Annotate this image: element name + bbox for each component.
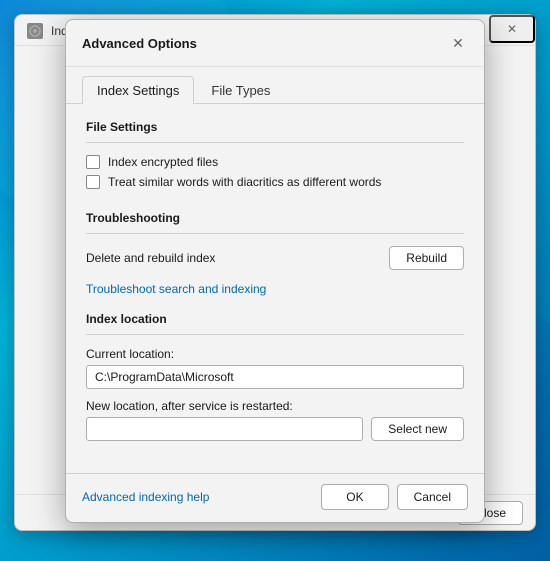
cancel-button[interactable]: Cancel [397,484,468,510]
dialog-footer: Advanced indexing help OK Cancel [66,473,484,522]
troubleshooting-title: Troubleshooting [86,211,464,225]
checkbox-encrypted-label: Index encrypted files [108,155,218,169]
checkbox-row-encrypted: Index encrypted files [86,155,464,169]
select-new-button[interactable]: Select new [371,417,464,441]
troubleshooting-section: Troubleshooting Delete and rebuild index… [86,211,464,296]
new-location-group: New location, after service is restarted… [86,399,363,441]
new-location-input[interactable] [86,417,363,441]
file-settings-divider [86,142,464,143]
troubleshoot-link[interactable]: Troubleshoot search and indexing [86,282,266,296]
file-settings-title: File Settings [86,120,464,134]
current-location-label: Current location: [86,347,464,361]
file-settings-section: File Settings Index encrypted files Trea… [86,120,464,195]
footer-buttons: OK Cancel [321,484,468,510]
dialog-title: Advanced Options [82,36,444,51]
dialog-titlebar: Advanced Options ✕ [66,20,484,67]
troubleshooting-divider [86,233,464,234]
tab-file-types[interactable]: File Types [196,76,285,104]
index-location-divider [86,334,464,335]
rebuild-button[interactable]: Rebuild [389,246,464,270]
new-location-row: New location, after service is restarted… [86,399,464,441]
tab-bar: Index Settings File Types [66,67,484,104]
checkbox-row-diacritics: Treat similar words with diacritics as d… [86,175,464,189]
index-location-title: Index location [86,312,464,326]
ok-button[interactable]: OK [321,484,388,510]
dialog-body: File Settings Index encrypted files Trea… [66,104,484,473]
tab-index-settings[interactable]: Index Settings [82,76,194,104]
advanced-indexing-help-link[interactable]: Advanced indexing help [82,490,209,504]
checkbox-encrypted[interactable] [86,155,100,169]
delete-rebuild-label: Delete and rebuild index [86,251,215,265]
new-location-label: New location, after service is restarted… [86,399,363,413]
rebuild-row: Delete and rebuild index Rebuild [86,246,464,270]
advanced-options-dialog: Advanced Options ✕ Index Settings File T… [65,19,485,523]
dialog-close-button[interactable]: ✕ [444,30,472,58]
checkbox-diacritics[interactable] [86,175,100,189]
dialog-overlay: Advanced Options ✕ Index Settings File T… [0,0,550,561]
current-location-input[interactable] [86,365,464,389]
index-location-section: Index location Current location: New loc… [86,312,464,441]
checkbox-diacritics-label: Treat similar words with diacritics as d… [108,175,381,189]
